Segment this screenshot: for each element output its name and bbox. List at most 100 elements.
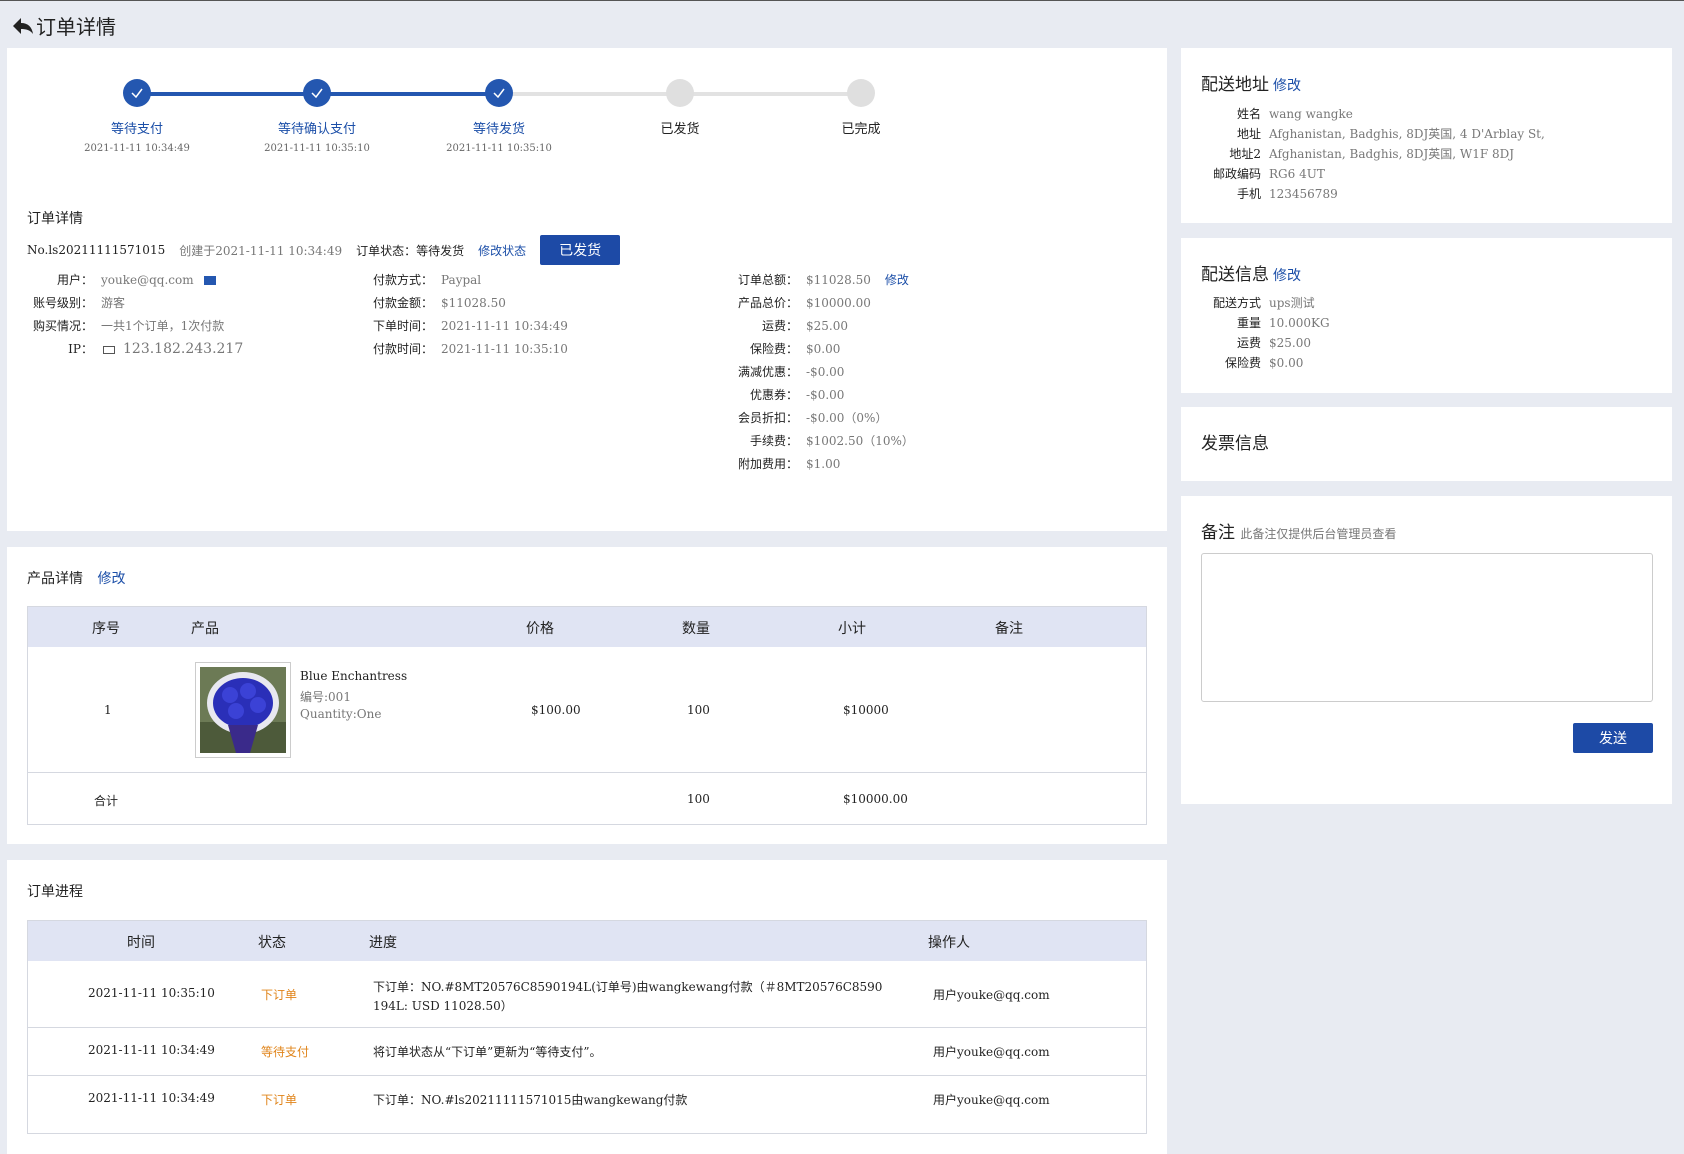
row-divider: [28, 772, 1146, 773]
col-qty: 数量: [682, 621, 710, 637]
order-panel: 等待支付 2021-11-11 10:34:49 等待确认支付 2021-11-11 …: [7, 48, 1167, 531]
order-field: 下单时间： 2021-11-11 10:34:49: [367, 317, 568, 334]
product-thumbnail[interactable]: [195, 662, 291, 758]
address-edit-link[interactable]: 修改: [1273, 78, 1301, 94]
mail-icon[interactable]: [203, 276, 216, 285]
field-value: -$0.00: [806, 388, 845, 402]
invoice-panel: 发票信息: [1181, 407, 1672, 481]
step-time: 2021-11-11 10:34:49: [84, 143, 190, 154]
order-progress-panel: 订单进程 时间 状态 进度 操作人 2021-11-11 10:35:10 下订单…: [7, 860, 1167, 1154]
field-value: 2021-11-11 10:34:49: [441, 319, 568, 333]
page-title: 订单详情: [36, 15, 116, 39]
product-price: $100.00: [531, 703, 581, 717]
field-value: $25.00: [806, 319, 848, 333]
field-value: Afghanistan, Badghis, 8DJ英国, 4 D'Arblay …: [1269, 127, 1545, 141]
product-subtotal: $10000: [843, 703, 889, 717]
shipping-field: 配送方式 ups测试: [1201, 294, 1315, 311]
step-pending-icon: [847, 79, 875, 107]
ip-address: 123.182.243.217: [123, 341, 244, 357]
field-label: 优惠券：: [749, 388, 798, 402]
product-edit-link[interactable]: 修改: [97, 571, 125, 587]
order-field: 手续费： $1002.50（10%）: [732, 432, 914, 449]
step-label: 等待确认支付: [277, 122, 356, 137]
product-option: Quantity:One: [300, 707, 382, 721]
row-divider: [28, 1027, 1146, 1028]
field-value: $10000.00: [806, 296, 871, 310]
step-check-icon: [303, 79, 331, 107]
step-check-icon: [123, 79, 151, 107]
field-label: 附加费用：: [737, 457, 798, 471]
field-label: 产品总价：: [737, 296, 798, 310]
order-status-value: 等待发货: [416, 243, 465, 258]
total-edit-link[interactable]: 修改: [885, 273, 909, 287]
progress-operator: 用户youke@qq.com: [933, 1093, 1050, 1107]
remark-hint: 此备注仅提供后台管理员查看: [1240, 527, 1397, 541]
user-email[interactable]: youke@qq.com: [101, 273, 194, 287]
order-field: 用户： youke@qq.com: [27, 271, 216, 288]
field-value: $1002.50（10%）: [806, 434, 914, 448]
field-value: RG6 4UT: [1269, 167, 1325, 181]
total-subtotal: $10000.00: [843, 792, 908, 806]
field-value: $11028.50: [441, 296, 506, 310]
step-label: 已完成: [841, 122, 881, 137]
field-value: Paypal: [441, 273, 482, 287]
step-label: 已发货: [660, 122, 700, 137]
field-label: 满减优惠：: [737, 365, 798, 379]
field-label: 邮政编码: [1212, 167, 1261, 181]
progress-table-header: 时间 状态 进度 操作人: [28, 921, 1146, 961]
invoice-title: 发票信息: [1201, 434, 1269, 454]
order-field: 保险费： $0.00: [732, 340, 840, 357]
field-label: 保险费: [1224, 356, 1261, 370]
field-label: 保险费：: [749, 342, 798, 356]
flower-bouquet-image: [200, 667, 286, 753]
ship-button[interactable]: 已发货: [540, 235, 621, 265]
row-divider: [28, 1075, 1146, 1076]
col-time: 时间: [127, 935, 155, 951]
order-field: 账号级别： 游客: [27, 294, 125, 311]
field-label: 手续费：: [749, 434, 798, 448]
table-row: 2021-11-11 10:34:49 等待支付 将订单状态从“下订单”更新为“等待…: [28, 1027, 1146, 1075]
back-button[interactable]: 订单详情: [12, 11, 116, 40]
field-label: 地址: [1236, 127, 1261, 141]
col-subtotal: 小计: [838, 621, 866, 637]
field-label: 账号级别：: [32, 296, 93, 310]
field-value: $0.00: [1269, 356, 1304, 370]
remark-title: 备注: [1201, 523, 1235, 543]
order-status-label: 订单状态：: [356, 243, 417, 258]
address-field: 地址 Afghanistan, Badghis, 8DJ英国, 4 D'Arbla…: [1201, 125, 1545, 142]
order-field: 附加费用： $1.00: [732, 455, 840, 472]
col-note: 备注: [995, 621, 1023, 637]
field-label: 重量: [1236, 316, 1261, 330]
field-label: 订单总额：: [737, 273, 798, 287]
progress-operator: 用户youke@qq.com: [933, 988, 1050, 1002]
order-section-title: 订单详情: [27, 211, 83, 227]
field-value: Afghanistan, Badghis, 8DJ英国, W1F 8DJ: [1269, 147, 1515, 161]
col-index: 序号: [92, 621, 120, 637]
shipping-field: 运费 $25.00: [1201, 334, 1311, 351]
progress-section-title: 订单进程: [27, 884, 83, 900]
progress-status: 下订单: [261, 1093, 298, 1107]
product-section-title: 产品详情: [27, 571, 83, 587]
remark-panel: 备注 此备注仅提供后台管理员查看 发送: [1181, 496, 1672, 804]
send-button[interactable]: 发送: [1573, 723, 1653, 753]
shipping-field: 重量 10.000KG: [1201, 314, 1330, 331]
field-label: 姓名: [1236, 107, 1261, 121]
address-field: 地址2 Afghanistan, Badghis, 8DJ英国, W1F 8DJ: [1201, 145, 1514, 162]
progress-step: 等待确认支付 2021-11-11 10:35:10: [227, 79, 407, 154]
progress-desc: 下订单：NO.#8MT20576C8590194L(订单号)由wangkewan…: [373, 980, 883, 1013]
change-status-link[interactable]: 修改状态: [478, 242, 526, 259]
back-arrow-icon: [13, 17, 33, 34]
remark-textarea[interactable]: [1201, 553, 1653, 702]
shipping-field: 保险费 $0.00: [1201, 354, 1303, 371]
shipping-edit-link[interactable]: 修改: [1273, 268, 1301, 284]
product-table-header: 序号 产品 价格 数量 小计 备注: [28, 607, 1146, 647]
col-progress: 进度: [369, 935, 397, 951]
address-field: 手机 123456789: [1201, 185, 1338, 202]
order-number: No.ls20211111571015: [27, 243, 166, 257]
order-field: 购买情况： 一共1个订单，1次付款: [27, 317, 224, 334]
progress-status: 等待支付: [261, 1045, 310, 1059]
total-qty: 100: [687, 792, 710, 806]
product-sku: 编号:001: [300, 690, 351, 704]
table-row: 2021-11-11 10:34:49 下订单 下订单：NO.#ls20211111…: [28, 1075, 1146, 1123]
product-name[interactable]: Blue Enchantress: [300, 669, 407, 683]
